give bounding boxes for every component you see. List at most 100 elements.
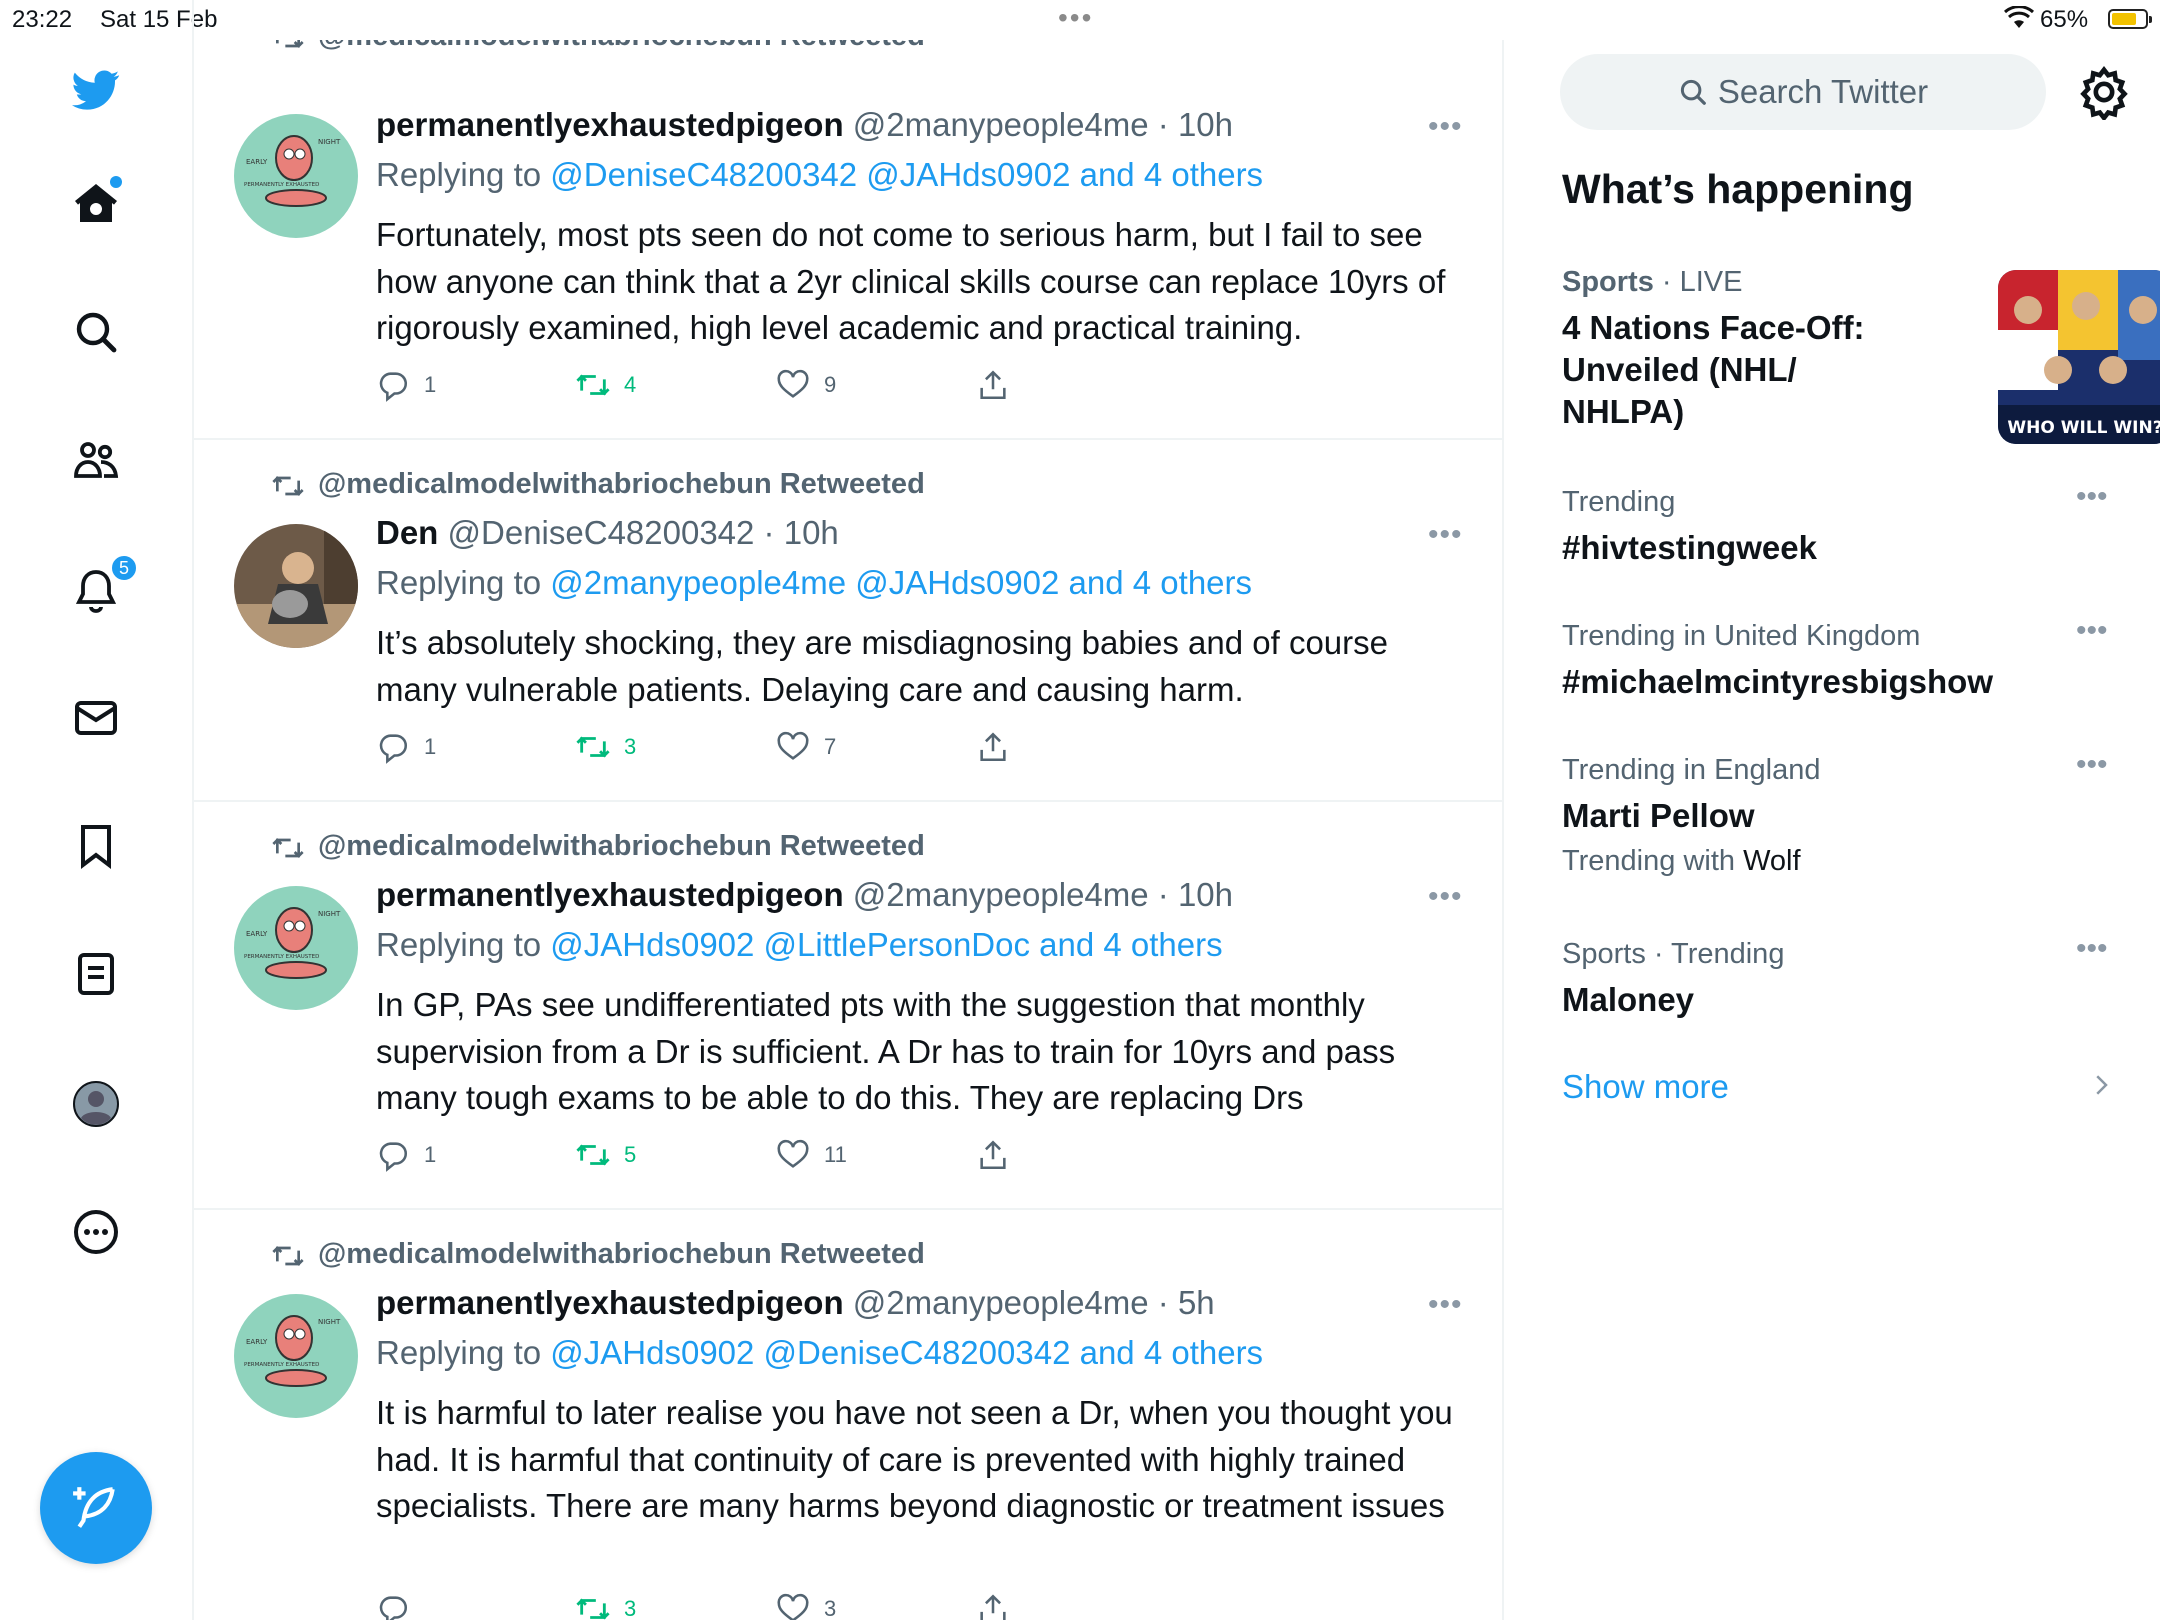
author-name[interactable]: permanentlyexhaustedpigeon	[376, 876, 844, 913]
tweet-header: permanentlyexhaustedpigeon @2manypeople4…	[376, 876, 1233, 914]
svg-text:NIGHT: NIGHT	[318, 910, 341, 918]
replying-to-links[interactable]: @JAHds0902 @DeniseC48200342 and 4 others	[550, 1334, 1263, 1371]
thumbnail-caption: WHO WILL WIN?	[2007, 418, 2160, 438]
retweet-count: 3	[624, 1596, 637, 1620]
replying-to-links[interactable]: @2manypeople4me @JAHds0902 and 4 others	[550, 564, 1252, 601]
bookmarks-icon[interactable]	[66, 816, 126, 876]
retweet-button[interactable]: 5	[576, 1138, 636, 1172]
author-handle-time[interactable]: @2manypeople4me · 5h	[853, 1284, 1215, 1321]
trend-item[interactable]: Trending in United Kingdom #michaelmcint…	[1562, 614, 2122, 703]
trend-item[interactable]: Trending #hivtestingweek •••	[1562, 480, 2122, 569]
like-button[interactable]: 3	[776, 1592, 836, 1620]
trend-item[interactable]: Trending in England Marti Pellow Trendin…	[1562, 748, 2122, 878]
search-icon[interactable]	[66, 302, 126, 362]
author-name[interactable]: Den	[376, 514, 438, 551]
share-button[interactable]	[976, 730, 1024, 764]
retweet-context[interactable]: @medicalmodelwithabriochebun Retweeted	[272, 830, 925, 863]
heart-icon	[777, 1593, 809, 1620]
replying-to-prefix: Replying to	[376, 1334, 551, 1371]
author-handle-time[interactable]: @2manypeople4me · 10h	[853, 876, 1233, 913]
profile-avatar-icon[interactable]	[66, 1074, 126, 1134]
trend-more-icon[interactable]: •••	[2076, 614, 2108, 648]
retweet-count: 4	[624, 372, 637, 397]
reply-icon	[379, 372, 408, 402]
trend-subtext: Trending with Wolf	[1562, 845, 2122, 878]
retweet-button[interactable]: 3	[576, 730, 636, 764]
trend-more-icon[interactable]: •••	[2076, 480, 2108, 514]
notifications-bell-icon[interactable]: 5	[66, 554, 138, 620]
reply-button[interactable]: 1	[376, 368, 436, 402]
share-button[interactable]	[976, 1592, 1024, 1620]
tweet-header: permanentlyexhaustedpigeon @2manypeople4…	[376, 106, 1233, 144]
home-new-dot	[110, 176, 122, 188]
author-name[interactable]: permanentlyexhaustedpigeon	[376, 1284, 844, 1321]
like-button[interactable]: 9	[776, 368, 836, 402]
author-handle-time[interactable]: @2manypeople4me · 10h	[853, 106, 1233, 143]
chevron-right-icon[interactable]	[2086, 1070, 2116, 1100]
whats-happening-title: What’s happening	[1562, 166, 1914, 212]
avatar[interactable]: EARLY NIGHT PERMANENTLY EXHAUSTED	[234, 114, 358, 238]
retweet-icon	[576, 1144, 610, 1166]
share-button[interactable]	[976, 368, 1024, 402]
reply-button[interactable]: 1	[376, 1138, 436, 1172]
replying-to-links[interactable]: @JAHds0902 @LittlePersonDoc and 4 others	[550, 926, 1222, 963]
trend-context: Trending in United Kingdom	[1562, 620, 1921, 652]
search-input[interactable]: Search Twitter	[1560, 54, 2046, 130]
retweet-button[interactable]: 4	[576, 368, 636, 402]
tweet-text: In GP, PAs see undifferentiated pts with…	[376, 986, 1396, 1116]
show-more-link[interactable]: Show more	[1562, 1068, 1729, 1106]
svg-text:PERMANENTLY EXHAUSTED: PERMANENTLY EXHAUSTED	[244, 182, 319, 188]
trend-thumbnail[interactable]: WHO WILL WIN?	[1998, 270, 2160, 444]
retweet-count: 5	[624, 1142, 637, 1167]
tweet-more-icon[interactable]: •••	[1428, 110, 1463, 144]
retweet-icon	[576, 374, 610, 396]
trend-item[interactable]: Sports · LIVE 4 Nations Face-Off: Unveil…	[1562, 266, 2160, 444]
avatar[interactable]	[234, 524, 358, 648]
share-icon	[980, 1594, 1006, 1620]
retweet-context-label: @medicalmodelwithabriochebun Retweeted	[318, 468, 925, 500]
tweet-actions: 1 5 11	[376, 1138, 1076, 1178]
reply-button[interactable]: 1	[376, 730, 436, 764]
tweet-more-icon[interactable]: •••	[1428, 880, 1463, 914]
retweet-context[interactable]: @medicalmodelwithabriochebun Retweeted	[272, 468, 925, 501]
tweet-more-icon[interactable]: •••	[1428, 1288, 1463, 1322]
twitter-logo-icon[interactable]	[66, 60, 126, 120]
like-button[interactable]: 11	[776, 1138, 847, 1172]
communities-icon[interactable]	[66, 430, 126, 490]
trend-context: Trending in England	[1562, 754, 1821, 786]
lists-icon[interactable]	[66, 944, 126, 1004]
trend-item[interactable]: Sports · Trending Maloney •••	[1562, 932, 2122, 1021]
retweet-button[interactable]: 3	[576, 1592, 636, 1620]
retweet-icon	[576, 736, 610, 758]
avatar[interactable]: EARLY NIGHT PERMANENTLY EXHAUSTED	[234, 1294, 358, 1418]
compose-tweet-button[interactable]	[40, 1452, 152, 1564]
status-bar: 23:22 Sat 15 Feb ••• 65%	[0, 0, 2160, 40]
trend-more-icon[interactable]: •••	[2076, 748, 2108, 782]
share-button[interactable]	[976, 1138, 1024, 1172]
retweet-context[interactable]: @medicalmodelwithabriochebun Retweeted	[272, 1238, 925, 1271]
settings-gear-icon[interactable]	[2076, 64, 2132, 120]
multitasking-dots-icon[interactable]: •••	[1058, 2, 1093, 34]
avatar[interactable]: EARLY NIGHT PERMANENTLY EXHAUSTED	[234, 886, 358, 1010]
tweet[interactable]: @medicalmodelwithabriochebun Retweeted E…	[194, 1210, 1502, 1620]
trend-more-icon[interactable]: •••	[2076, 932, 2108, 966]
reply-button[interactable]	[376, 1592, 424, 1620]
replying-to-links[interactable]: @DeniseC48200342 @JAHds0902 and 4 others	[550, 156, 1263, 193]
replying-to: Replying to @DeniseC48200342 @JAHds0902 …	[376, 156, 1263, 194]
tweet[interactable]: @medicalmodelwithabriochebun Retweeted D…	[194, 440, 1502, 802]
messages-mail-icon[interactable]	[66, 688, 126, 748]
author-name[interactable]: permanentlyexhaustedpigeon	[376, 106, 844, 143]
home-icon[interactable]	[66, 174, 126, 234]
tweet-more-icon[interactable]: •••	[1428, 518, 1463, 552]
trend-title: Marti Pellow	[1562, 797, 1755, 834]
share-icon	[980, 1140, 1006, 1170]
svg-text:NIGHT: NIGHT	[318, 1318, 341, 1326]
like-button[interactable]: 7	[776, 730, 836, 764]
retweet-context-label: @medicalmodelwithabriochebun Retweeted	[318, 830, 925, 862]
tweet[interactable]: @medicalmodelwithabriochebun Retweeted E…	[194, 802, 1502, 1210]
tweet-actions: 1 4 9	[376, 368, 1076, 408]
tweet[interactable]: EARLY NIGHT PERMANENTLY EXHAUSTED permanen…	[194, 40, 1502, 440]
author-handle-time[interactable]: @DeniseC48200342 · 10h	[448, 514, 839, 551]
share-icon	[980, 370, 1006, 400]
more-options-icon[interactable]	[66, 1202, 126, 1262]
